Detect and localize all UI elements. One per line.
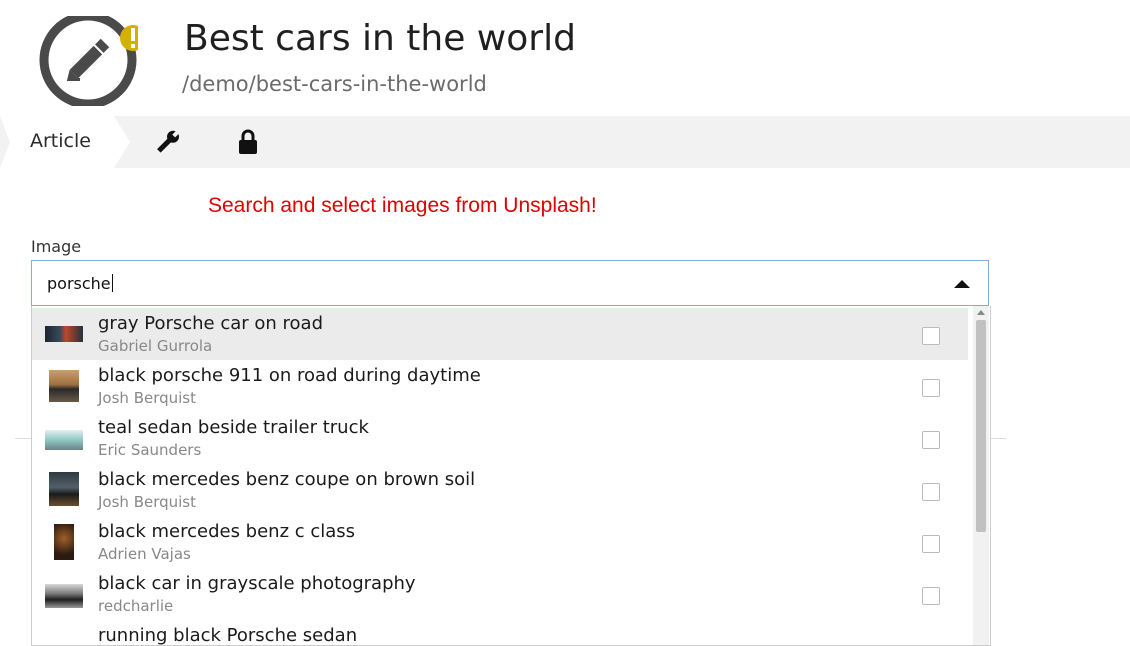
result-author: Josh Berquist [98, 493, 197, 511]
divider [15, 438, 31, 439]
page-title: Best cars in the world [184, 18, 576, 59]
result-option[interactable]: teal sedan beside trailer truck Eric Sau… [32, 412, 968, 464]
result-title: gray Porsche car on road [98, 313, 323, 334]
result-author: Adrien Vajas [98, 545, 191, 563]
image-search-input[interactable]: porsche [31, 260, 989, 306]
results-dropdown: gray Porsche car on road Gabriel Gurrola… [31, 306, 991, 646]
dropdown-scrollbar[interactable] [973, 306, 989, 645]
result-title: black porsche 911 on road during daytime [98, 365, 481, 386]
caret-up-icon[interactable] [954, 280, 970, 288]
result-title: black mercedes benz coupe on brown soil [98, 469, 476, 490]
result-author: Josh Berquist [98, 389, 197, 407]
select-checkbox[interactable] [922, 483, 940, 501]
result-option[interactable]: black car in grayscale photography redch… [32, 568, 968, 620]
result-title: black mercedes benz c class [98, 521, 356, 542]
thumbnail-image [54, 524, 74, 560]
thumbnail-image [49, 472, 79, 506]
result-author: Eric Saunders [98, 441, 202, 459]
unsplash-banner: Search and select images from Unsplash! [208, 194, 597, 217]
scrollbar-thumb[interactable] [976, 320, 986, 532]
result-title: running black Porsche sedan [98, 625, 358, 646]
document-edit-icon [38, 11, 146, 109]
select-checkbox[interactable] [922, 379, 940, 397]
result-author: Gabriel Gurrola [98, 337, 213, 355]
select-checkbox[interactable] [922, 431, 940, 449]
thumbnail-image [45, 430, 83, 450]
result-option[interactable]: black mercedes benz coupe on brown soil … [32, 464, 968, 516]
lock-icon[interactable] [234, 128, 262, 156]
result-option[interactable]: black porsche 911 on road during daytime… [32, 360, 968, 412]
thumbnail-image [45, 326, 83, 342]
divider [991, 438, 1006, 439]
result-author: redcharlie [98, 597, 174, 615]
thumbnail-image [49, 370, 79, 402]
tab-bar: Article [0, 116, 1130, 168]
select-checkbox[interactable] [922, 327, 940, 345]
page-path: /demo/best-cars-in-the-world [182, 72, 487, 96]
result-title: teal sedan beside trailer truck [98, 417, 369, 438]
thumbnail-image [45, 584, 83, 608]
result-option[interactable]: black mercedes benz c class Adrien Vajas [32, 516, 968, 568]
search-query[interactable]: porsche [47, 274, 113, 293]
select-checkbox[interactable] [922, 535, 940, 553]
scroll-up-arrow-icon[interactable] [977, 310, 985, 315]
wrench-icon[interactable] [150, 128, 184, 156]
result-option[interactable]: gray Porsche car on road Gabriel Gurrola [32, 308, 968, 360]
select-checkbox[interactable] [922, 587, 940, 605]
result-title: black car in grayscale photography [98, 573, 416, 594]
image-field-label: Image [31, 237, 82, 256]
tab-article-label[interactable]: Article [30, 130, 91, 152]
result-option[interactable]: running black Porsche sedan [32, 620, 968, 646]
